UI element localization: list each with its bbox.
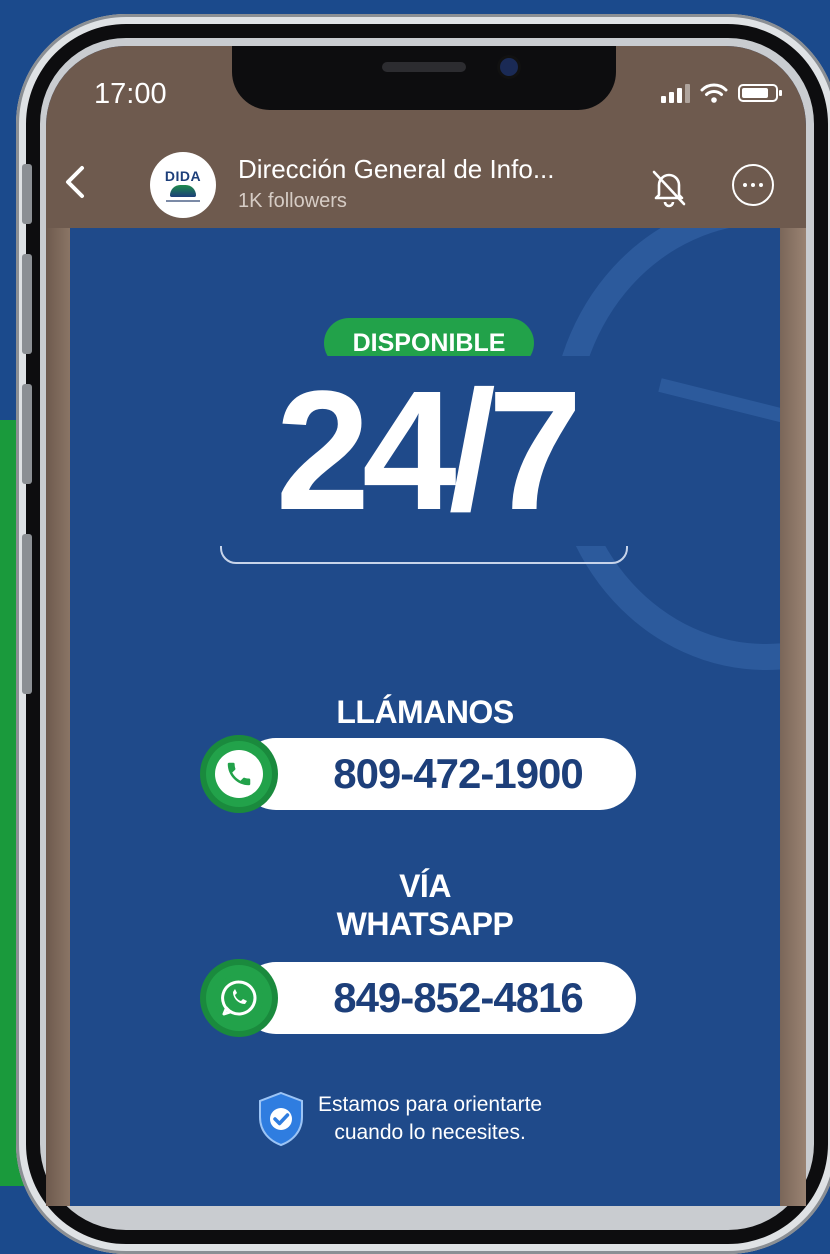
logo-emblem	[170, 185, 196, 197]
phone-number: 809-472-1900	[240, 738, 636, 810]
photo-edge-right	[780, 228, 806, 1206]
notch	[232, 46, 616, 110]
whatsapp-number: 849-852-4816	[240, 962, 636, 1034]
more-options-icon[interactable]	[732, 164, 774, 206]
logo-caption	[166, 200, 200, 202]
status-time: 17:00	[94, 78, 167, 110]
channel-logo-text: DIDA	[164, 168, 202, 184]
battery-icon	[738, 84, 782, 102]
bell-muted-icon[interactable]	[646, 164, 692, 210]
footer-text: Estamos para orientarte cuando lo necesi…	[318, 1091, 542, 1147]
side-button	[22, 534, 32, 694]
volume-down-button	[22, 384, 32, 484]
mute-switch	[22, 164, 32, 224]
availability-hours: 24/7	[200, 356, 650, 546]
whatsapp-icon	[206, 965, 272, 1031]
call-heading: LLÁMANOS	[336, 694, 514, 730]
channel-name[interactable]: Dirección General de Info...	[238, 154, 555, 185]
footer-line-2: cuando lo necesites.	[334, 1121, 526, 1144]
footer-line-1: Estamos para orientarte	[318, 1093, 543, 1116]
status-icons	[661, 82, 782, 104]
volume-up-button	[22, 254, 32, 354]
phone-icon	[206, 741, 272, 807]
shield-check-icon	[259, 1091, 303, 1147]
channel-avatar[interactable]: DIDA	[150, 152, 216, 218]
channel-header: 17:00 DIDA Dirección General de Info... …	[46, 46, 806, 228]
earpiece	[382, 62, 466, 72]
signal-icon	[661, 83, 690, 103]
poster-image: DISPONIBLE 24/7 LLÁMANOS 809-472-1900 VÍ…	[70, 228, 780, 1206]
front-camera	[500, 58, 518, 76]
footer-message: Estamos para orientarte cuando lo necesi…	[256, 1090, 542, 1148]
whatsapp-heading-line2: WHATSAPP	[336, 906, 514, 942]
whatsapp-heading-line1: VÍA	[399, 868, 451, 904]
wifi-icon	[700, 83, 728, 103]
back-chevron-icon[interactable]	[56, 162, 96, 202]
photo-edge-left	[46, 228, 70, 1206]
follower-count: 1K followers	[238, 190, 347, 212]
phone-screen: 17:00 DIDA Dirección General de Info... …	[46, 46, 806, 1206]
